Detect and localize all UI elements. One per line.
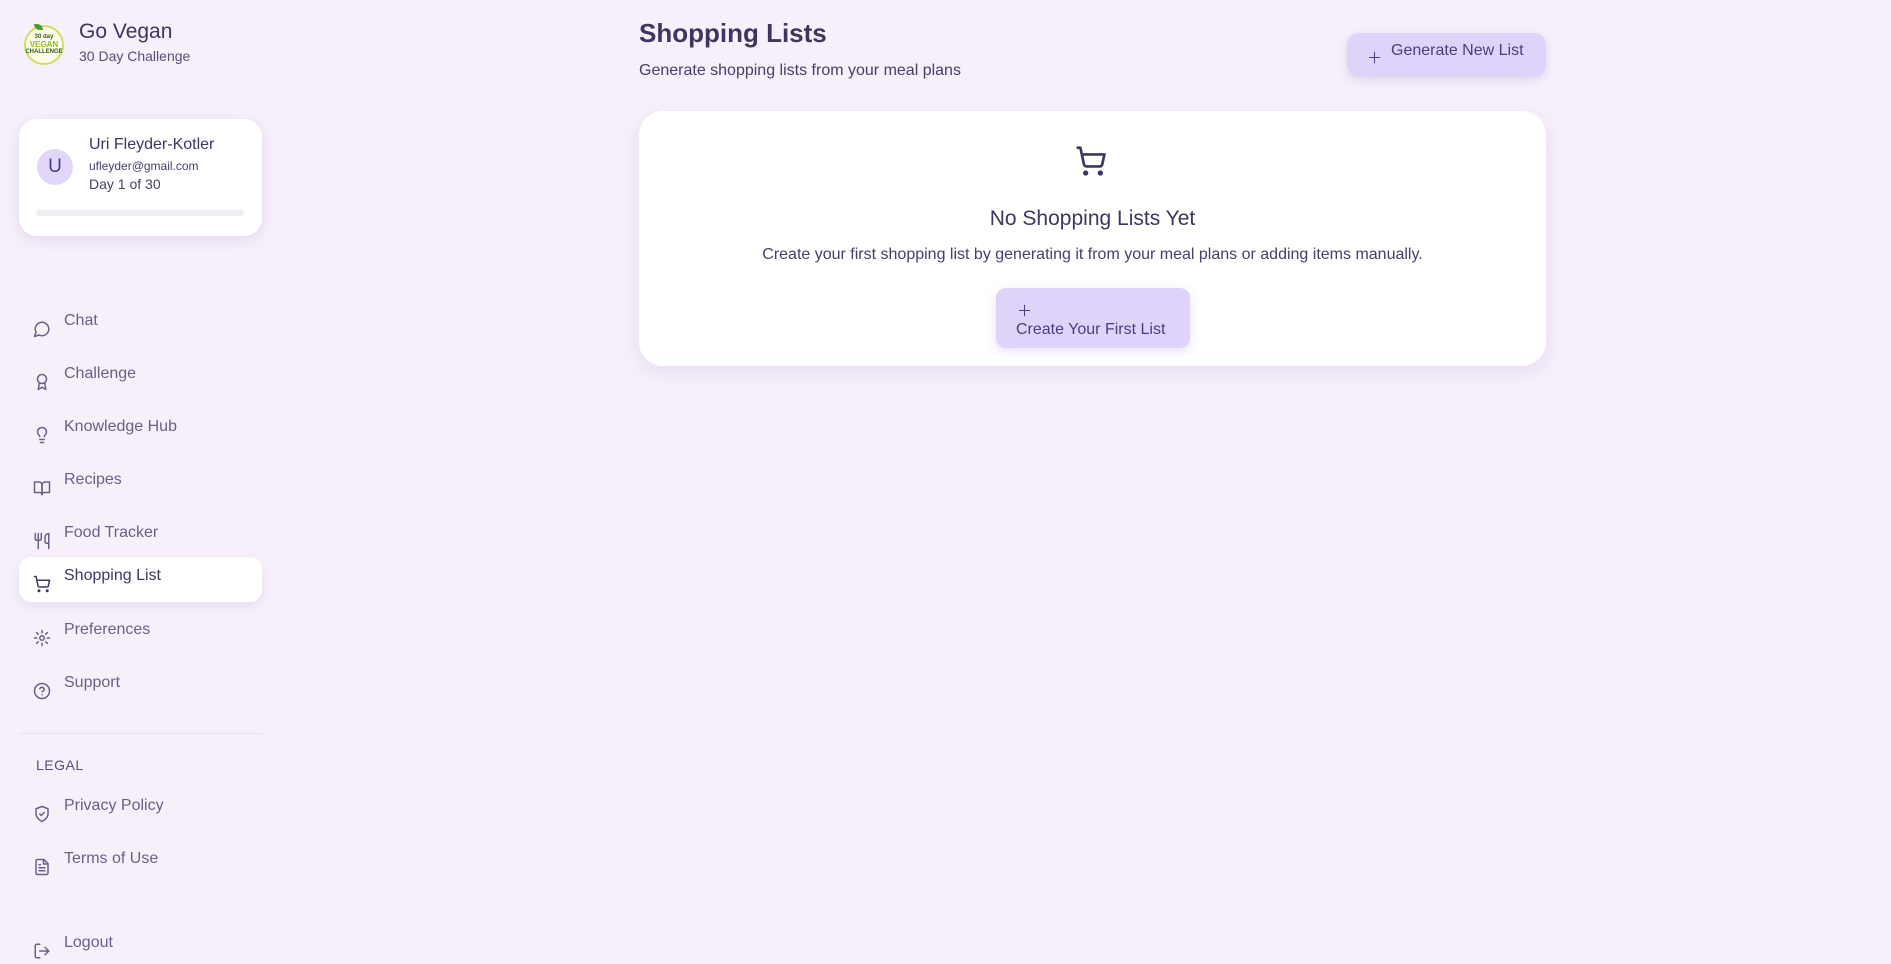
nav-item-label: Chat xyxy=(64,311,98,329)
challenge-progress-bar xyxy=(36,210,244,216)
sidebar: 30 day VEGAN CHALLENGE Go Vegan 30 Day C… xyxy=(0,0,280,964)
gear-icon xyxy=(33,629,51,647)
nav-item-recipes[interactable]: Recipes xyxy=(19,461,262,506)
challenge-day: Day 1 of 30 xyxy=(89,176,161,192)
book-icon xyxy=(33,479,51,497)
create-first-list-button[interactable]: ＋ Create Your First List xyxy=(996,288,1190,348)
avatar: U xyxy=(37,149,73,185)
brand-title: Go Vegan xyxy=(79,20,173,43)
empty-state-title: No Shopping Lists Yet xyxy=(989,207,1196,230)
logout-button[interactable]: Logout xyxy=(19,924,262,964)
nav-item-privacy-policy[interactable]: Privacy Policy xyxy=(19,787,262,832)
cart-icon xyxy=(33,575,51,593)
empty-state-description: Create your first shopping list by gener… xyxy=(762,246,1423,263)
user-email: ufleyder@gmail.com xyxy=(89,159,199,173)
plus-icon: ＋ xyxy=(1017,303,1033,320)
nav-item-label: Shopping List xyxy=(64,566,161,584)
nav-item-knowledge-hub[interactable]: Knowledge Hub xyxy=(19,408,262,453)
go-vegan-logo: 30 day VEGAN CHALLENGE xyxy=(24,24,64,65)
logout-icon xyxy=(33,942,51,960)
nav-item-label: Preferences xyxy=(64,620,151,638)
brand[interactable]: 30 day VEGAN CHALLENGE Go Vegan 30 Day C… xyxy=(24,20,190,65)
nav-item-label: Recipes xyxy=(64,470,122,488)
logo-text-mid: VEGAN xyxy=(29,39,59,49)
nav-item-label: Terms of Use xyxy=(64,849,159,867)
nav-item-label: Food Tracker xyxy=(64,523,159,541)
award-icon xyxy=(33,373,51,391)
page-title: Shopping Lists xyxy=(639,18,827,48)
empty-state-card: No Shopping Lists Yet Create your first … xyxy=(639,111,1546,366)
shield-check-icon xyxy=(33,805,51,823)
nav-item-challenge[interactable]: Challenge xyxy=(19,355,262,400)
document-icon xyxy=(33,858,51,876)
help-circle-icon xyxy=(33,682,51,700)
generate-new-list-label: Generate New List xyxy=(1391,42,1524,59)
user-name: Uri Fleyder-Kotler xyxy=(89,136,215,153)
brand-subtitle: 30 Day Challenge xyxy=(79,48,191,64)
logout-label: Logout xyxy=(64,933,113,951)
page-subtitle: Generate shopping lists from your meal p… xyxy=(639,62,961,79)
nav-item-preferences[interactable]: Preferences xyxy=(19,611,262,656)
nav-item-label: Privacy Policy xyxy=(64,796,164,814)
nav-item-chat[interactable]: Chat xyxy=(19,302,262,347)
nav-item-support[interactable]: Support xyxy=(19,664,262,709)
cart-icon xyxy=(1075,145,1107,177)
chat-bubble-icon xyxy=(33,320,51,338)
lightbulb-icon xyxy=(33,426,51,444)
logo-text-bottom: CHALLENGE xyxy=(25,49,63,56)
nav-item-shopping-list[interactable]: Shopping List xyxy=(19,557,262,602)
legal-section-label: LEGAL xyxy=(36,757,84,773)
nav-item-terms-of-use[interactable]: Terms of Use xyxy=(19,840,262,885)
utensils-icon xyxy=(33,532,51,550)
generate-new-list-button[interactable]: ＋ Generate New List xyxy=(1347,33,1546,77)
nav-item-label: Challenge xyxy=(64,364,137,382)
plus-icon: ＋ xyxy=(1367,50,1383,67)
create-first-list-label: Create Your First List xyxy=(1016,321,1166,338)
sidebar-divider xyxy=(19,733,262,734)
nav-item-food-tracker[interactable]: Food Tracker xyxy=(19,514,262,559)
nav-item-label: Support xyxy=(64,673,121,691)
nav-item-label: Knowledge Hub xyxy=(64,417,177,435)
user-card: U Uri Fleyder-Kotler ufleyder@gmail.com … xyxy=(19,119,262,236)
